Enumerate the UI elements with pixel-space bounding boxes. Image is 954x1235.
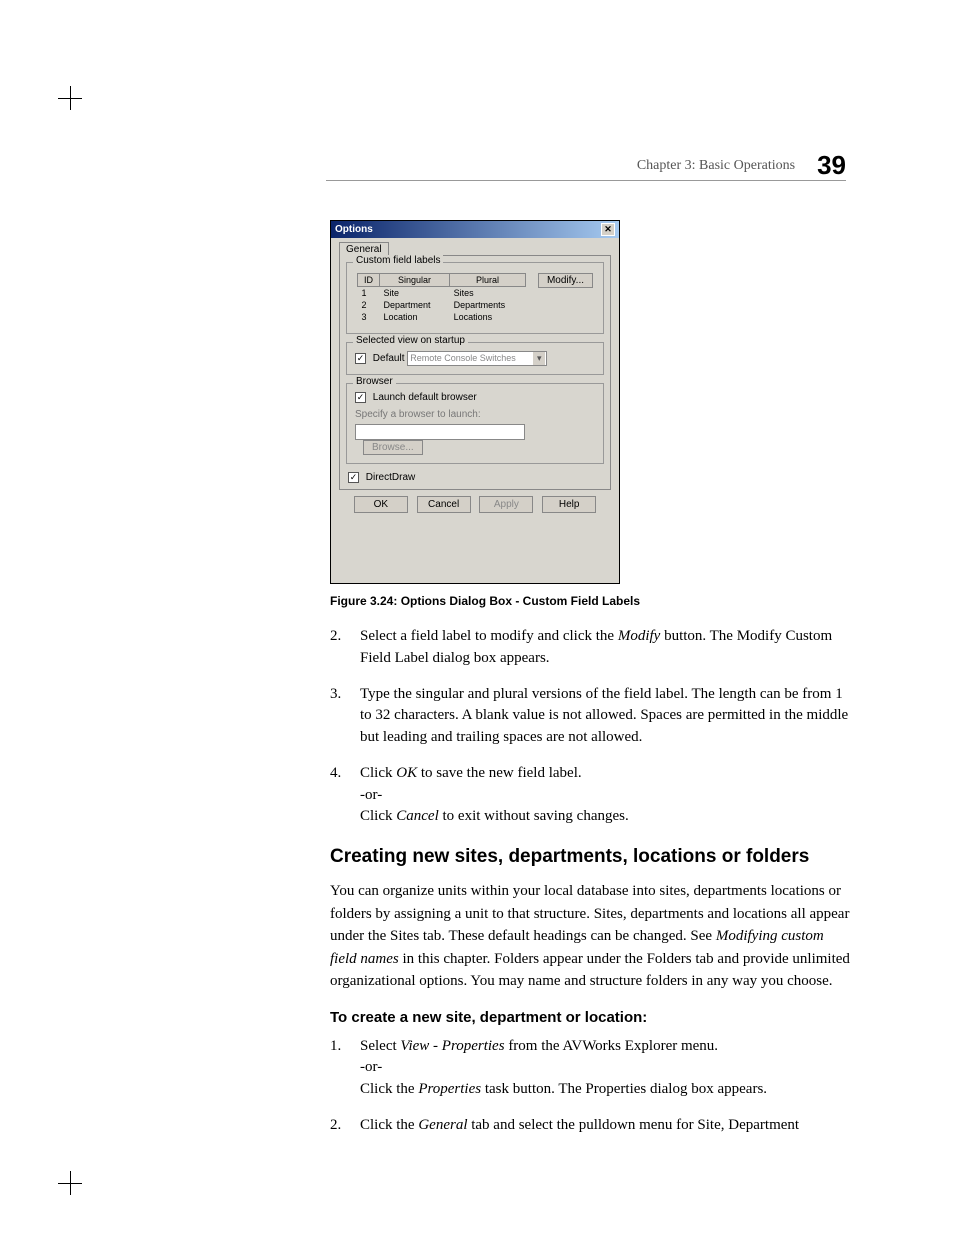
default-checkbox: ✓	[355, 353, 366, 364]
launch-default-label: Launch default browser	[373, 392, 477, 403]
step-item: 3. Type the singular and plural versions…	[330, 684, 850, 749]
step-item: 1. Select View - Properties from the AVW…	[330, 1036, 850, 1101]
step-number: 3.	[330, 684, 360, 749]
default-checkbox-label: Default	[373, 353, 405, 364]
subsection-heading: To create a new site, department or loca…	[330, 1009, 850, 1026]
step-item: 2. Select a field label to modify and cl…	[330, 626, 850, 670]
help-button: Help	[542, 496, 596, 513]
tab-general: General	[339, 242, 389, 256]
table-row: 2 Department Departments	[358, 299, 526, 311]
launch-default-checkbox: ✓	[355, 392, 366, 403]
section-heading: Creating new sites, departments, locatio…	[330, 846, 850, 868]
browse-button: Browse...	[363, 440, 423, 455]
specify-browser-label: Specify a browser to launch:	[355, 409, 595, 420]
chapter-title: Chapter 3: Basic Operations	[637, 158, 795, 173]
step-item: 4. Click OK to save the new field label.…	[330, 763, 850, 828]
ok-button: OK	[354, 496, 408, 513]
group-custom-field-labels: Custom field labels	[353, 255, 443, 266]
table-row: 1 Site Sites	[358, 287, 526, 300]
step-number: 2.	[330, 626, 360, 670]
dialog-title: Options	[335, 224, 373, 235]
group-startup-view: Selected view on startup	[353, 335, 468, 346]
modify-button: Modify...	[538, 273, 593, 288]
step-number: 1.	[330, 1036, 360, 1101]
directdraw-checkbox: ✓	[348, 472, 359, 483]
field-labels-table: ID Singular Plural 1 Site Sites	[357, 273, 526, 323]
col-plural: Plural	[450, 274, 526, 287]
startup-view-dropdown: Remote Console Switches	[407, 351, 547, 366]
directdraw-label: DirectDraw	[366, 472, 415, 483]
close-icon: ✕	[601, 223, 615, 236]
group-browser: Browser	[353, 376, 396, 387]
apply-button: Apply	[479, 496, 533, 513]
step-number: 4.	[330, 763, 360, 828]
step-number: 2.	[330, 1115, 360, 1137]
options-dialog-screenshot: Options ✕ General Custom field labels ID	[330, 220, 620, 584]
figure-caption: Figure 3.24: Options Dialog Box - Custom…	[330, 594, 850, 608]
table-row: 3 Location Locations	[358, 311, 526, 323]
page-number: 39	[817, 150, 846, 180]
col-singular: Singular	[380, 274, 450, 287]
header-rule	[326, 180, 846, 181]
col-id: ID	[358, 274, 380, 287]
cancel-button: Cancel	[417, 496, 471, 513]
crop-mark-top-left	[58, 86, 82, 110]
body-paragraph: You can organize units within your local…	[330, 880, 850, 993]
crop-mark-bottom-left	[58, 1171, 82, 1195]
step-item: 2. Click the General tab and select the …	[330, 1115, 850, 1137]
browser-path-input	[355, 424, 525, 440]
